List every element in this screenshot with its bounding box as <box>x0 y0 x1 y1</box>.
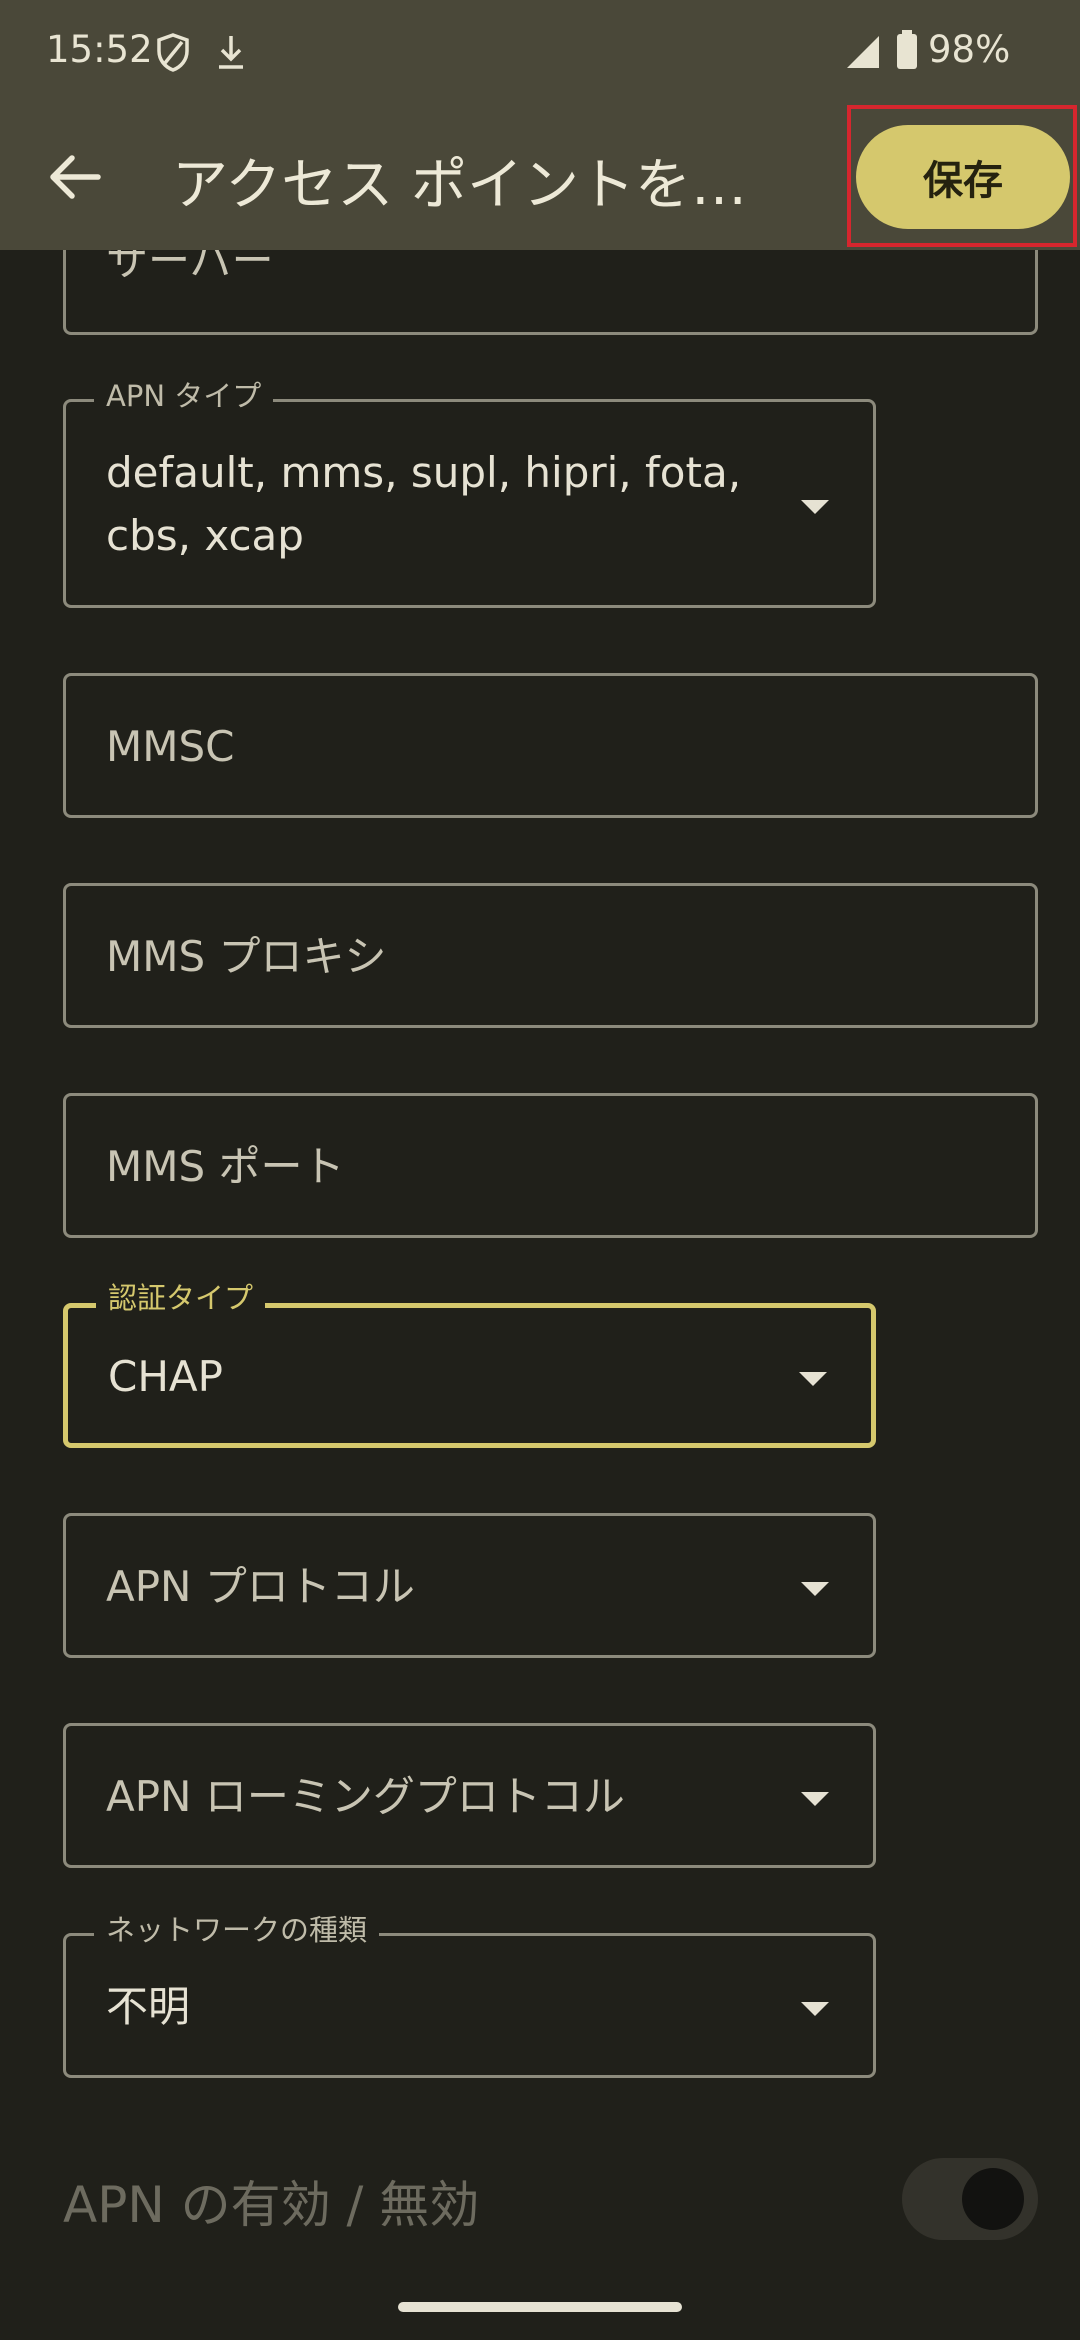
battery-icon <box>897 30 917 69</box>
page-title: アクセス ポイントを… <box>172 153 748 218</box>
dropdown-arrow-icon <box>801 2002 829 2016</box>
apn-type-field[interactable]: APN タイプ default, mms, supl, hipri, fota,… <box>63 376 876 608</box>
mmsc-placeholder: MMSC <box>106 722 235 771</box>
save-button[interactable]: 保存 <box>856 125 1070 229</box>
download-icon <box>219 36 243 69</box>
arrow-back-icon[interactable] <box>40 142 110 212</box>
dropdown-arrow-icon <box>801 1582 829 1596</box>
status-time: 15:52 <box>46 28 153 71</box>
apn-type-value-line1: default, mms, supl, hipri, fota, <box>106 448 742 497</box>
network-type-value: 不明 <box>106 1982 191 2031</box>
mms-proxy-field[interactable]: MMS プロキシ <box>63 883 1038 1028</box>
apn-roaming-protocol-placeholder: APN ローミングプロトコル <box>106 1772 625 1821</box>
apn-toggle-label: APN の有効 / 無効 <box>63 2176 480 2234</box>
network-type-legend: ネットワークの種類 <box>94 1910 380 1950</box>
signal-icon <box>847 36 879 68</box>
shield-icon <box>157 33 189 72</box>
mms-proxy-placeholder: MMS プロキシ <box>106 932 387 981</box>
apn-protocol-field[interactable]: APN プロトコル <box>63 1513 876 1658</box>
network-type-field[interactable]: ネットワークの種類 不明 <box>63 1910 876 2078</box>
apn-type-legend: APN タイプ <box>94 376 274 416</box>
auth-type-legend: 認証タイプ <box>96 1278 266 1318</box>
status-bar: 15:52 98% <box>0 0 1080 102</box>
mms-port-field[interactable]: MMS ポート <box>63 1093 1038 1238</box>
dropdown-arrow-icon <box>801 500 829 514</box>
apn-roaming-protocol-field[interactable]: APN ローミングプロトコル <box>63 1723 876 1868</box>
home-indicator[interactable] <box>398 2302 682 2312</box>
apn-toggle-thumb <box>962 2168 1024 2230</box>
battery-level: 98% <box>928 28 1011 71</box>
auth-type-field[interactable]: 認証タイプ CHAP <box>63 1278 876 1448</box>
apn-type-value-line2: cbs, xcap <box>106 511 304 560</box>
dropdown-arrow-icon <box>799 1372 827 1386</box>
apn-protocol-placeholder: APN プロトコル <box>106 1562 415 1611</box>
mms-port-placeholder: MMS ポート <box>106 1142 345 1191</box>
dropdown-arrow-icon <box>801 1792 829 1806</box>
auth-type-value: CHAP <box>108 1352 223 1401</box>
mmsc-field[interactable]: MMSC <box>63 673 1038 818</box>
